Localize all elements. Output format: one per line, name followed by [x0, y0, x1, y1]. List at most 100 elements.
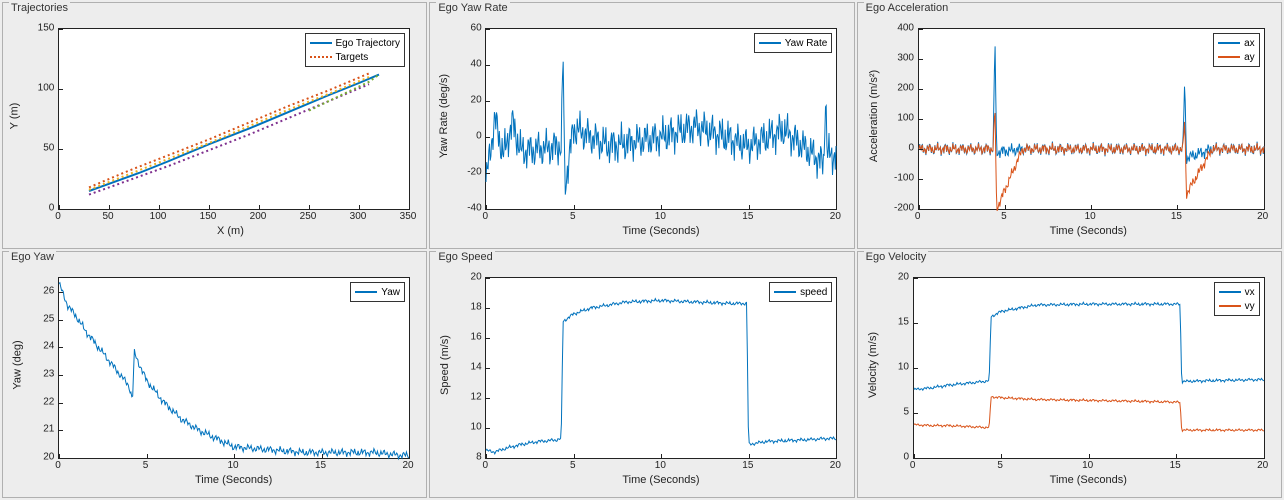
xtick: 10: [655, 211, 666, 222]
xtick: 0: [483, 211, 489, 222]
legend-entry: Ego Trajectory: [336, 38, 400, 49]
xtick: 15: [1171, 211, 1182, 222]
ytick: 22: [43, 396, 54, 407]
axes-velocity: vx vy: [913, 277, 1265, 459]
xtick: 5: [143, 460, 149, 471]
ytick: 100: [38, 83, 55, 94]
xtick: 0: [55, 211, 61, 222]
xtick: 350: [400, 211, 417, 222]
ylabel: Acceleration (m/s²): [868, 70, 880, 162]
axes-speed: speed: [485, 277, 837, 459]
ytick: 40: [471, 59, 482, 70]
legend-entry: vy: [1245, 301, 1255, 312]
figure-grid: Trajectories Ego Trajectory Targets Y (m…: [0, 0, 1284, 500]
xtick: 0: [483, 460, 489, 471]
ytick: 23: [43, 368, 54, 379]
panel-title: Ego Yaw Rate: [436, 2, 509, 14]
ylabel: Speed (m/s): [439, 335, 451, 395]
xtick: 150: [200, 211, 217, 222]
axes-yaw-rate: Yaw Rate: [485, 28, 837, 210]
axes-yaw: Yaw: [58, 277, 410, 459]
xtick: 200: [250, 211, 267, 222]
ytick: -40: [467, 203, 481, 214]
ytick: 18: [471, 302, 482, 313]
ytick: 21: [43, 424, 54, 435]
ytick: 15: [898, 317, 909, 328]
xtick: 0: [910, 460, 916, 471]
xtick: 5: [570, 211, 576, 222]
legend-velocity: vx vy: [1214, 282, 1260, 316]
xtick: 20: [830, 211, 841, 222]
ylabel: Yaw (deg): [12, 340, 24, 389]
ylabel: Yaw Rate (deg/s): [438, 74, 450, 158]
legend-accel: ax ay: [1213, 33, 1260, 67]
legend-yaw-rate: Yaw Rate: [754, 33, 833, 53]
panel-title: Trajectories: [9, 2, 70, 14]
ytick: 20: [898, 272, 909, 283]
panel-trajectories: Trajectories Ego Trajectory Targets Y (m…: [2, 2, 427, 249]
panel-speed: Ego Speed speed Speed (m/s) Time (Second…: [429, 251, 854, 498]
ytick: 150: [38, 23, 55, 34]
ytick: -20: [467, 167, 481, 178]
xtick: 10: [655, 460, 666, 471]
ytick: 200: [897, 83, 914, 94]
xtick: 15: [742, 211, 753, 222]
xtick: 300: [350, 211, 367, 222]
panel-velocity: Ego Velocity vx vy Velocity (m/s) Time (…: [857, 251, 1282, 498]
xtick: 10: [1082, 460, 1093, 471]
ytick: 20: [471, 272, 482, 283]
ytick: 16: [471, 332, 482, 343]
ytick: 26: [43, 285, 54, 296]
ytick: 60: [471, 23, 482, 34]
panel-title: Ego Speed: [436, 251, 494, 263]
xtick: 10: [1085, 211, 1096, 222]
ytick: 14: [471, 362, 482, 373]
legend-speed: speed: [769, 282, 832, 302]
panel-yaw: Ego Yaw Yaw Yaw (deg) Time (Seconds) 051…: [2, 251, 427, 498]
xtick: 20: [830, 460, 841, 471]
legend-entry: Targets: [336, 52, 369, 63]
legend-entry: Yaw: [381, 287, 400, 298]
panel-yaw-rate: Ego Yaw Rate Yaw Rate Yaw Rate (deg/s) T…: [429, 2, 854, 249]
ytick: 0: [476, 131, 482, 142]
xtick: 5: [570, 460, 576, 471]
panel-title: Ego Yaw: [9, 251, 56, 263]
ytick: 100: [897, 113, 914, 124]
ytick: 0: [903, 452, 909, 463]
xtick: 50: [102, 211, 113, 222]
legend-entry: vx: [1245, 287, 1255, 298]
ytick: 0: [908, 143, 914, 154]
xtick: 100: [150, 211, 167, 222]
xlabel: Time (Seconds): [1050, 474, 1127, 486]
ytick: 0: [49, 203, 55, 214]
xtick: 0: [915, 211, 921, 222]
xtick: 250: [300, 211, 317, 222]
ytick: -100: [894, 173, 914, 184]
xtick: 15: [742, 460, 753, 471]
legend-entry: speed: [800, 287, 827, 298]
axes-accel: ax ay: [918, 28, 1265, 210]
panel-title: Ego Velocity: [864, 251, 929, 263]
ytick: 20: [43, 452, 54, 463]
xlabel: Time (Seconds): [622, 474, 699, 486]
ytick: 300: [897, 53, 914, 64]
xlabel: X (m): [217, 225, 244, 237]
ytick: 8: [476, 452, 482, 463]
legend-entry: ay: [1244, 52, 1255, 63]
ytick: 400: [897, 23, 914, 34]
legend-trajectories: Ego Trajectory Targets: [305, 33, 405, 67]
ytick: 20: [471, 95, 482, 106]
ytick: 24: [43, 341, 54, 352]
ytick: 25: [43, 313, 54, 324]
ytick: 5: [903, 407, 909, 418]
ylabel: Y (m): [8, 103, 20, 130]
legend-yaw: Yaw: [350, 282, 405, 302]
xtick: 15: [315, 460, 326, 471]
legend-entry: ax: [1244, 38, 1255, 49]
ytick: 50: [43, 143, 54, 154]
xtick: 20: [1257, 460, 1268, 471]
panel-accel: Ego Acceleration ax ay Acceleration (m/s…: [857, 2, 1282, 249]
legend-entry: Yaw Rate: [785, 38, 828, 49]
ytick: 10: [898, 362, 909, 373]
xtick: 5: [1001, 211, 1007, 222]
